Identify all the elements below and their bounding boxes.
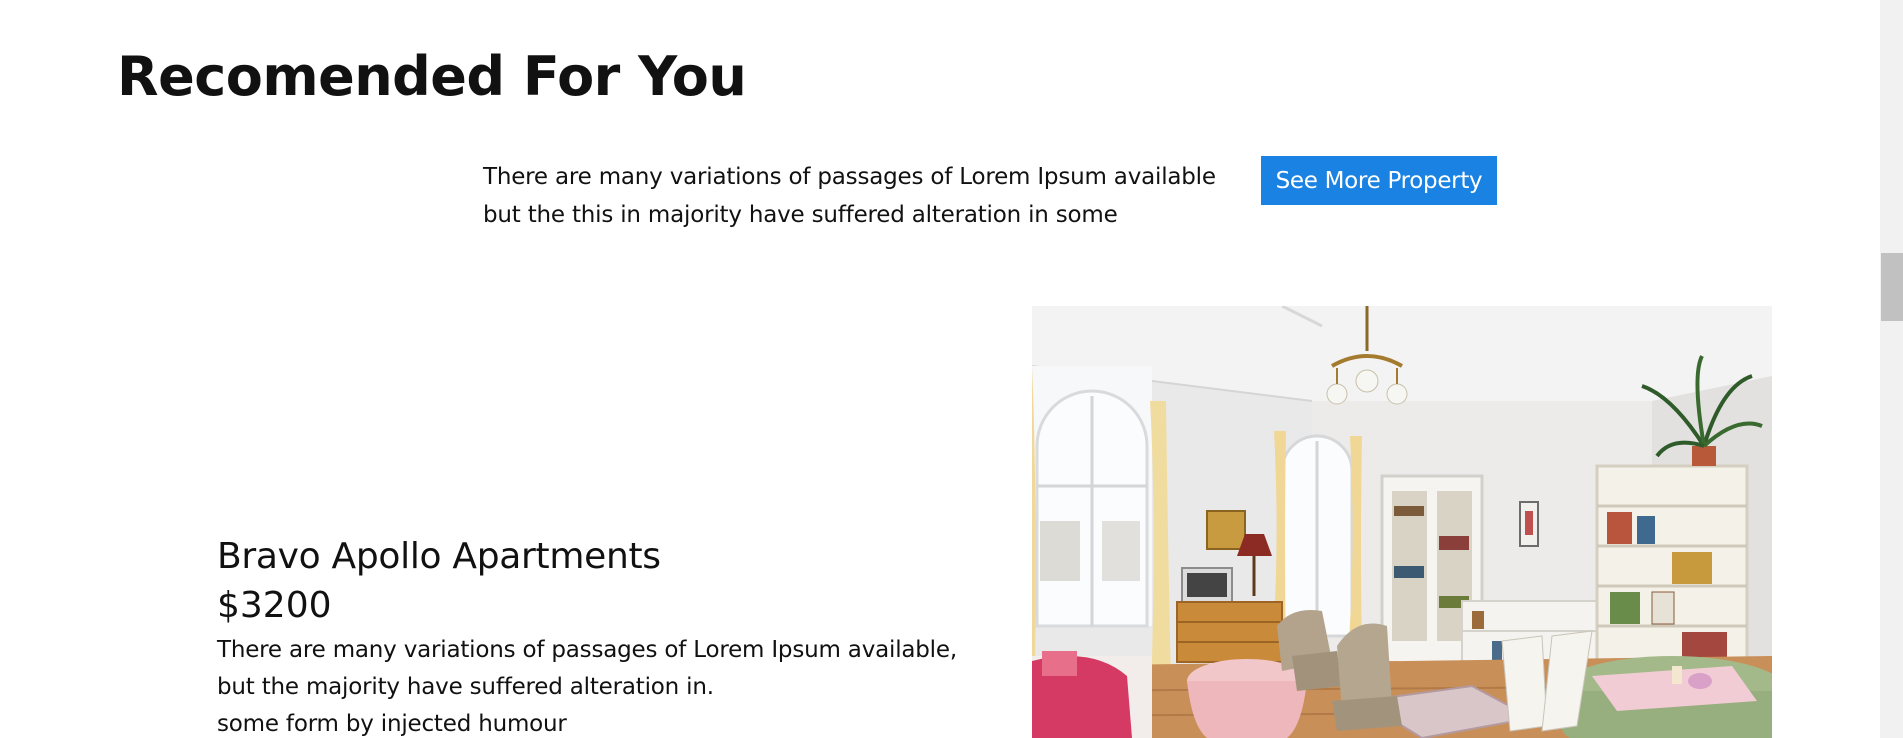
property-description-line-3: some form by injected humour	[217, 711, 567, 737]
property-description-line-2: but the majority have suffered alteratio…	[217, 674, 714, 700]
property-image[interactable]	[1032, 306, 1772, 738]
vertical-scrollbar-track[interactable]	[1880, 0, 1903, 738]
living-room-photo	[1032, 306, 1772, 738]
see-more-property-button[interactable]: See More Property	[1261, 156, 1497, 205]
page: Recomended For You There are many variat…	[0, 0, 1903, 738]
property-price: $3200	[217, 585, 332, 626]
section-intro-line-1: There are many variations of passages of…	[483, 164, 1216, 190]
property-description: There are many variations of passages of…	[217, 632, 957, 738]
vertical-scrollbar-thumb[interactable]	[1881, 253, 1903, 321]
section-title: Recomended For You	[117, 45, 747, 108]
section-intro-line-2: but the this in majority have suffered a…	[483, 202, 1118, 228]
property-description-line-1: There are many variations of passages of…	[217, 637, 957, 663]
property-name[interactable]: Bravo Apollo Apartments	[217, 533, 661, 581]
section-intro: There are many variations of passages of…	[483, 158, 1243, 234]
